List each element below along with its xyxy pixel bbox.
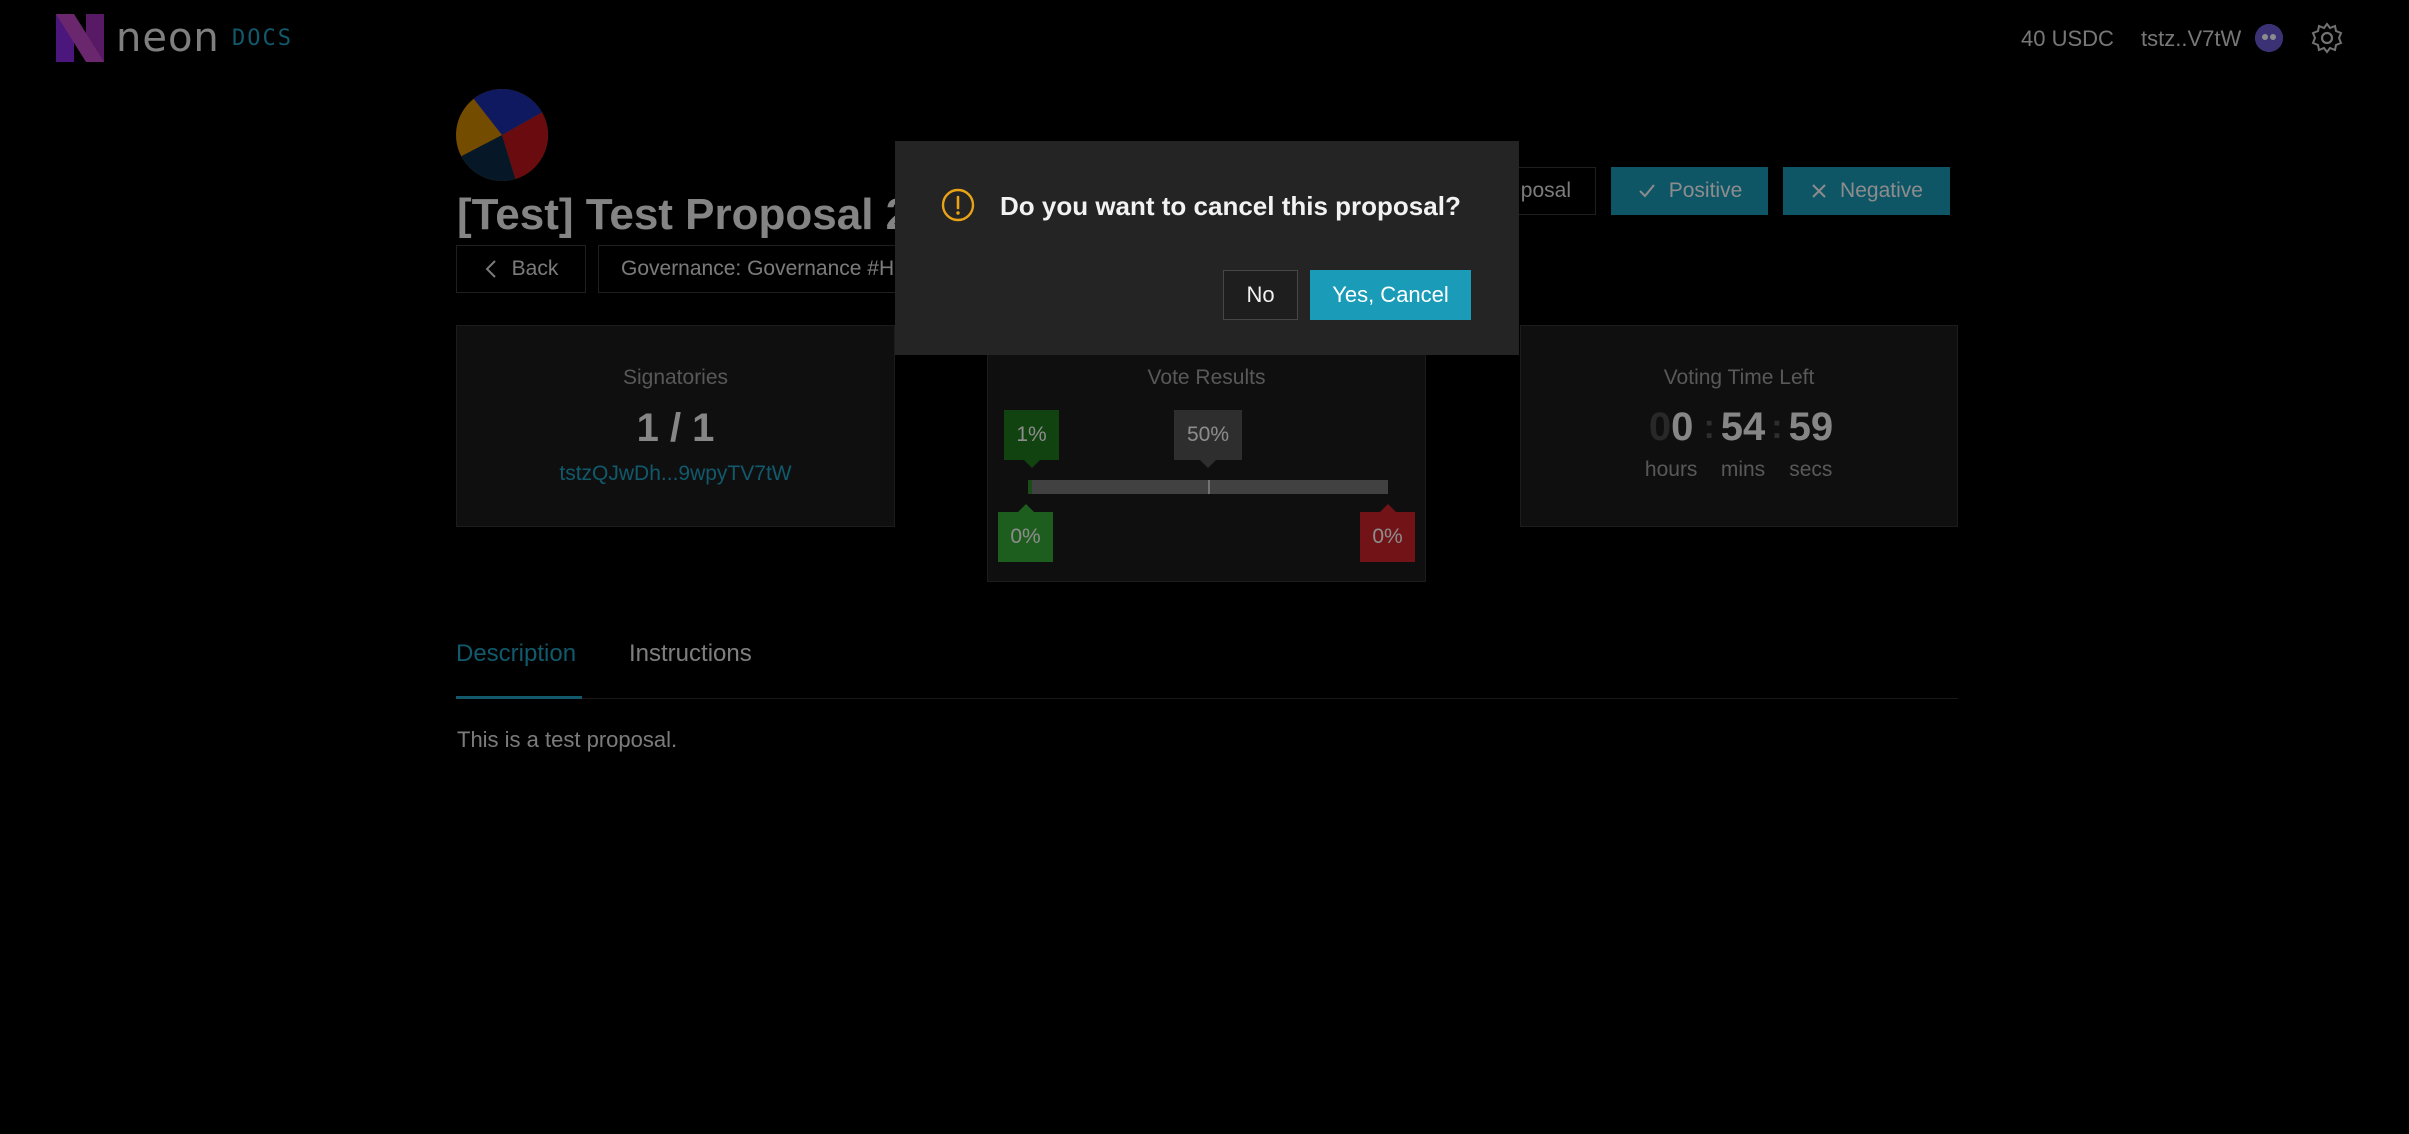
cancel-confirm-dialog: Do you want to cancel this proposal? No … <box>895 141 1519 355</box>
yes-cancel-button[interactable]: Yes, Cancel <box>1310 270 1471 320</box>
dialog-title: Do you want to cancel this proposal? <box>1000 191 1461 221</box>
warning-circle-icon <box>941 188 975 222</box>
no-button[interactable]: No <box>1223 270 1298 320</box>
